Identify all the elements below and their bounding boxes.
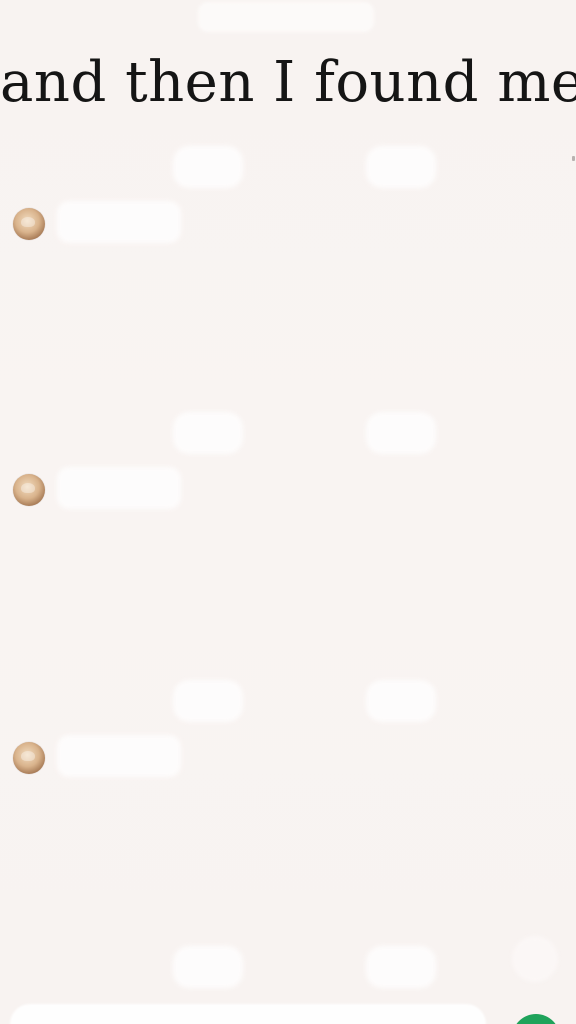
scroll-indicator[interactable] bbox=[572, 156, 575, 161]
send-icon[interactable] bbox=[512, 1014, 560, 1024]
blurred-header-pill bbox=[198, 2, 374, 32]
blurred-reaction-pill bbox=[366, 946, 436, 988]
blurred-reaction-pill bbox=[366, 412, 436, 454]
message-bubble[interactable] bbox=[57, 467, 181, 509]
avatar-icon[interactable] bbox=[13, 474, 45, 506]
blurred-reaction-pill bbox=[173, 146, 243, 188]
message-input-bar[interactable] bbox=[10, 1004, 486, 1024]
blurred-reaction-pill bbox=[173, 680, 243, 722]
blurred-reaction-pill bbox=[173, 412, 243, 454]
avatar-icon[interactable] bbox=[13, 208, 45, 240]
blurred-circle-icon bbox=[512, 936, 558, 982]
chat-screen: and then I found me bbox=[0, 0, 576, 1024]
blurred-reaction-pill bbox=[366, 146, 436, 188]
message-bubble[interactable] bbox=[57, 735, 181, 777]
message-bubble[interactable] bbox=[57, 201, 181, 243]
blurred-reaction-pill bbox=[366, 680, 436, 722]
blurred-reaction-pill bbox=[173, 946, 243, 988]
avatar-icon[interactable] bbox=[13, 742, 45, 774]
video-caption: and then I found me bbox=[0, 50, 576, 115]
